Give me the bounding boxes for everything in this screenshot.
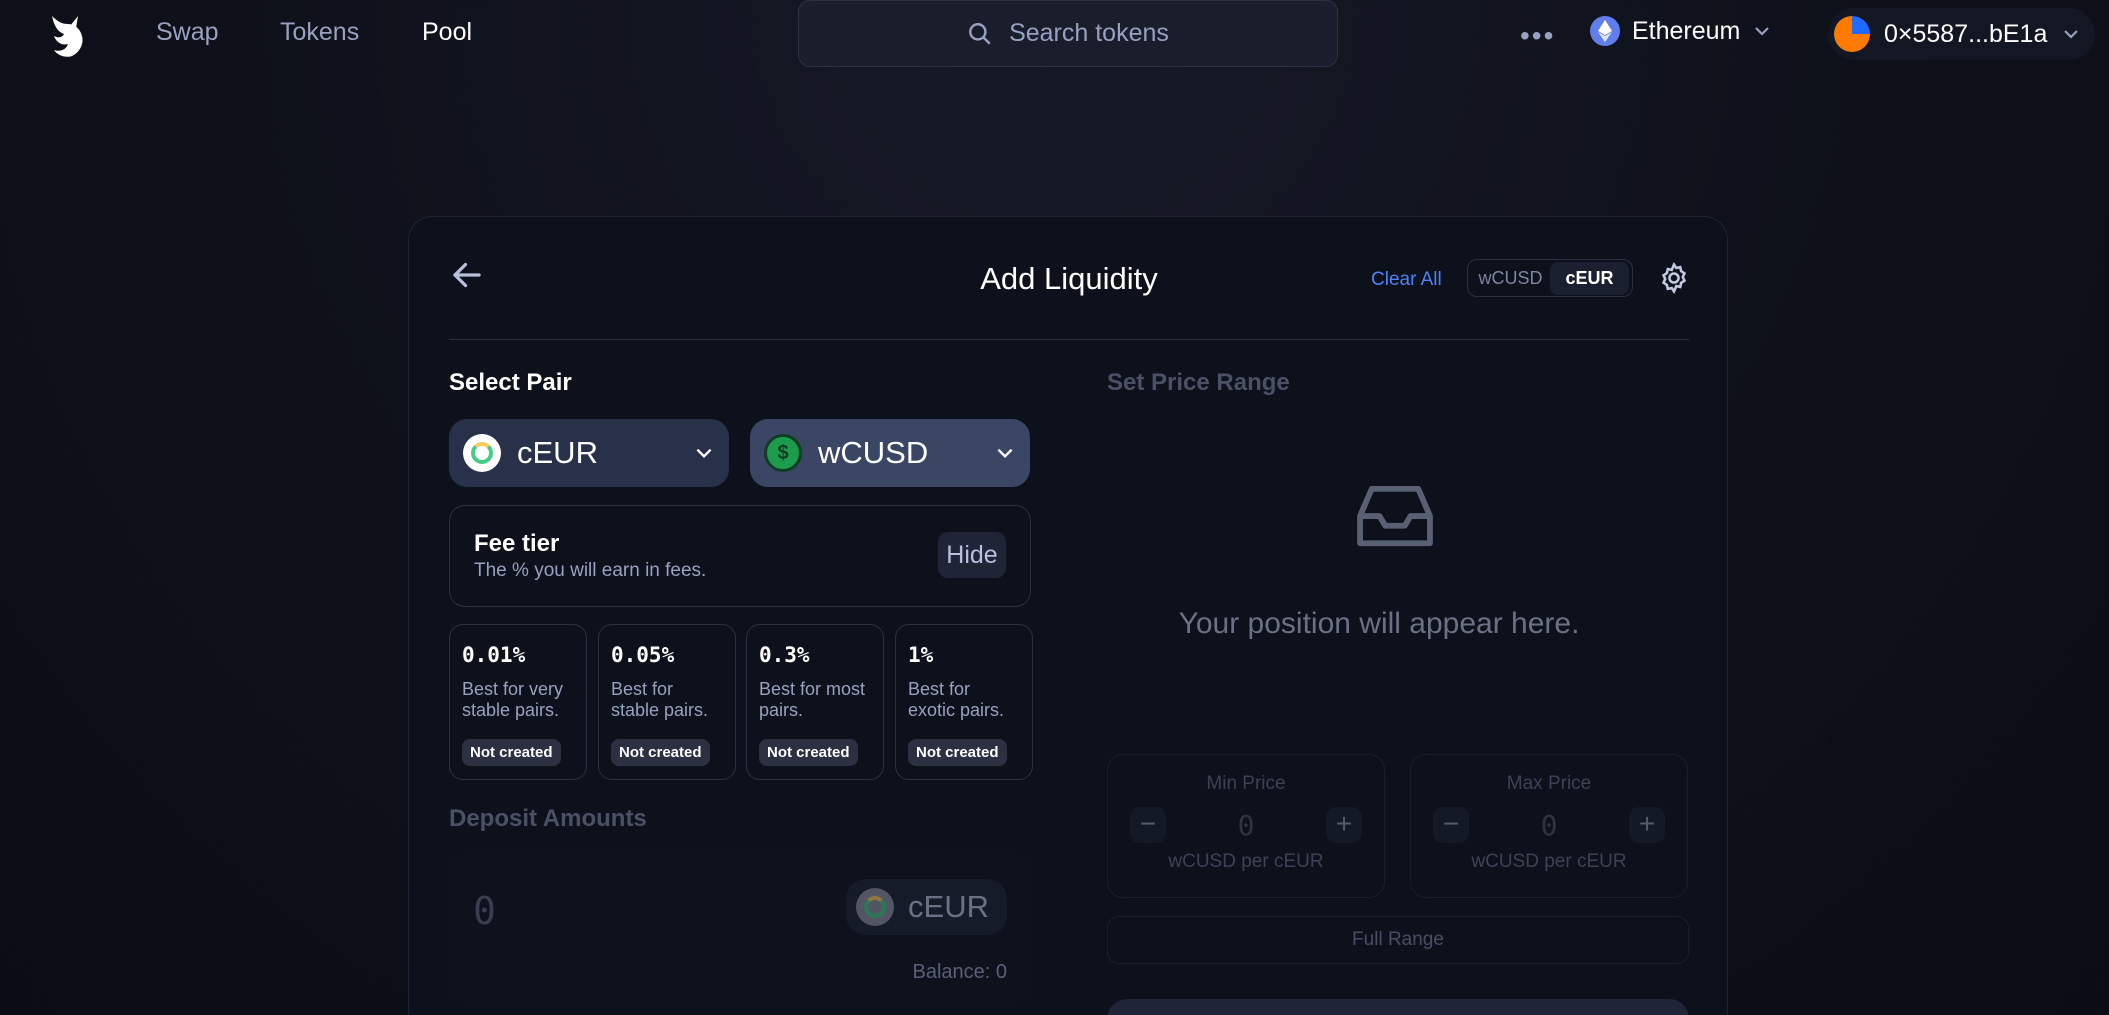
select-pair-title: Select Pair [449, 369, 572, 396]
gear-icon[interactable] [1657, 261, 1691, 295]
min-price-increment-button[interactable]: + [1326, 807, 1362, 843]
fee-tier-percent: 0.05% [611, 643, 675, 667]
fee-tier-percent: 1% [908, 643, 934, 667]
deposit-amounts-title: Deposit Amounts [449, 805, 647, 832]
status-badge: Not created [759, 739, 858, 766]
token-a-selector[interactable]: cEUR [449, 419, 729, 487]
token-b-label: wCUSD [818, 435, 929, 470]
max-price-unit: wCUSD per cEUR [1471, 851, 1627, 872]
clear-all-button[interactable]: Clear All [1371, 269, 1442, 291]
toggle-wcusd[interactable]: wCUSD [1471, 262, 1550, 295]
status-badge: Not created [611, 739, 710, 766]
fee-tier-percent: 0.01% [462, 643, 526, 667]
min-price-unit: wCUSD per cEUR [1168, 851, 1324, 872]
token-a-label: cEUR [517, 435, 598, 470]
fee-tier-title: Fee tier [474, 530, 560, 557]
search-input[interactable]: Search tokens [798, 0, 1338, 67]
full-range-button[interactable]: Full Range [1107, 916, 1689, 964]
max-price-box: Max Price − 0 + wCUSD per cEUR [1410, 754, 1688, 898]
wcusd-icon: $ [764, 434, 802, 472]
hide-button[interactable]: Hide [938, 532, 1006, 578]
ceur-icon [463, 434, 501, 472]
search-placeholder: Search tokens [1009, 19, 1169, 47]
status-badge: Not created [462, 739, 561, 766]
base-token-toggle[interactable]: wCUSD cEUR [1467, 259, 1633, 297]
fee-tier-description: Best for exotic pairs. [908, 679, 1005, 720]
add-liquidity-card: Add Liquidity Clear All wCUSD cEUR Selec… [408, 216, 1728, 1015]
network-name: Ethereum [1632, 16, 1741, 45]
fee-tier-option[interactable]: 0.01% Best for very stable pairs. Not cr… [449, 624, 587, 780]
fee-tier-option[interactable]: 0.05% Best for stable pairs. Not created [598, 624, 736, 780]
max-price-increment-button[interactable]: + [1629, 807, 1665, 843]
fee-tier-description: Best for very stable pairs. [462, 679, 564, 720]
fee-tier-option[interactable]: 1% Best for exotic pairs. Not created [895, 624, 1033, 780]
max-price-label: Max Price [1506, 773, 1592, 794]
search-icon [969, 22, 991, 45]
account-address: 0×5587...bE1a [1884, 19, 2048, 48]
divider [449, 339, 1689, 340]
network-selector[interactable]: Ethereum [1590, 16, 1772, 46]
account-button[interactable]: 0×5587...bE1a [1828, 8, 2096, 60]
min-price-decrement-button[interactable]: − [1130, 807, 1166, 843]
avatar [1834, 16, 1870, 52]
ceur-icon [856, 888, 895, 926]
set-price-range-title: Set Price Range [1107, 369, 1290, 396]
token-b-selector[interactable]: $ wCUSD [750, 419, 1030, 487]
min-price-label: Min Price [1206, 773, 1286, 794]
fee-tier-description: Best for stable pairs. [611, 679, 709, 720]
nav-swap[interactable]: Swap [156, 18, 219, 47]
chevron-down-icon [997, 448, 1013, 459]
deposit-balance: Balance: 0 [912, 961, 1007, 983]
fee-tier-subtitle: The % you will earn in fees. [474, 560, 707, 581]
min-price-input[interactable]: 0 [1238, 809, 1255, 842]
chevron-down-icon [2064, 30, 2079, 39]
fee-tier-description: Best for most pairs. [759, 679, 866, 720]
fee-tier-box: Fee tier The % you will earn in fees. Hi… [449, 505, 1031, 607]
nav-pool[interactable]: Pool [422, 18, 472, 47]
deposit-token-label: cEUR [908, 889, 989, 924]
deposit-token-button[interactable]: cEUR [846, 879, 1007, 935]
min-price-box: Min Price − 0 + wCUSD per cEUR [1107, 754, 1385, 898]
more-menu-icon[interactable]: ••• [1520, 20, 1555, 52]
deposit-amount-input[interactable]: 0 [473, 889, 496, 933]
status-badge: Not created [908, 739, 1007, 766]
max-price-decrement-button[interactable]: − [1433, 807, 1469, 843]
nav-tokens[interactable]: Tokens [280, 18, 359, 47]
fee-tier-percent: 0.3% [759, 643, 810, 667]
uniswap-logo-icon[interactable] [44, 12, 90, 60]
deposit-input-panel[interactable]: 0 cEUR Balance: 0 [449, 853, 1031, 1003]
toggle-ceur[interactable]: cEUR [1550, 261, 1629, 295]
fee-tier-option[interactable]: 0.3% Best for most pairs. Not created [746, 624, 884, 780]
top-nav: Swap Tokens Pool Search tokens ••• Ether… [0, 0, 2109, 72]
position-placeholder-text: Your position will appear here. [1178, 607, 1580, 640]
chevron-down-icon [696, 448, 712, 459]
max-price-input[interactable]: 0 [1541, 809, 1558, 842]
ethereum-icon [1590, 16, 1620, 46]
submit-button[interactable] [1107, 999, 1689, 1015]
chevron-down-icon [1755, 27, 1770, 36]
inbox-icon [1357, 485, 1433, 547]
